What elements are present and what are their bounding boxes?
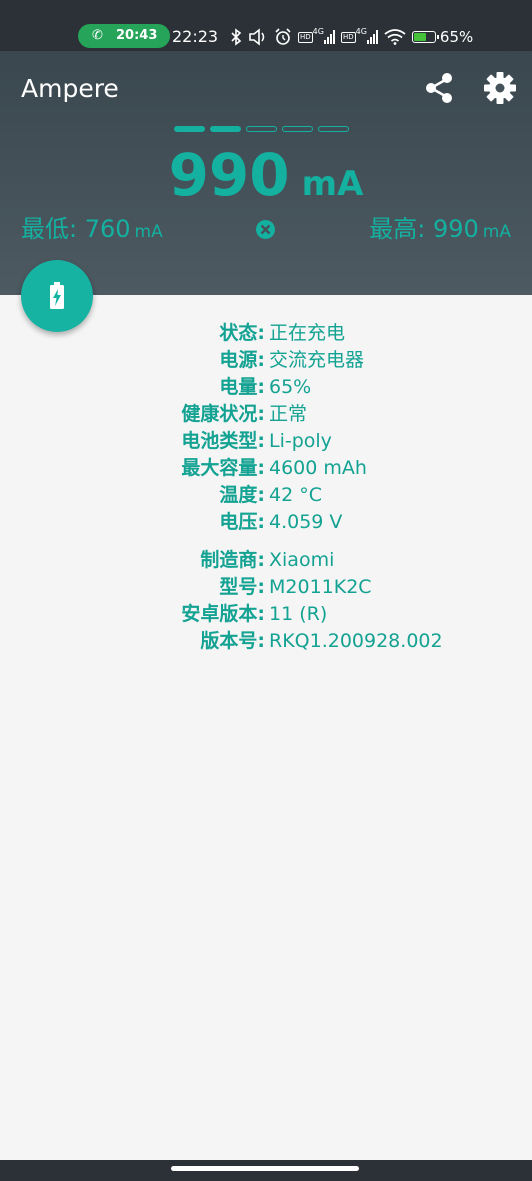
battery-charging-icon [50,282,64,309]
volume-icon [248,25,268,49]
max-reading: 最高: 990 mA [369,211,511,250]
max-value: 最高: 990 [369,215,479,243]
battery-info-label: 最大容量: [181,457,265,479]
current-unit: mA [301,164,364,204]
battery-info-row: 温度: 42 °C [0,482,532,509]
network-type-label: 4G [312,26,324,36]
battery-info-value: Li-poly [269,430,332,452]
min-unit: mA [134,222,163,242]
device-info-value: RKQ1.200928.002 [269,630,443,652]
device-info-label: 版本号: [200,630,265,652]
battery-charging-icon: 65% [411,25,474,49]
battery-info-list: 状态: 正在充电 电源: 交流充电器 电量: 65% 健康状况: 正常 电池类型: Li-poly… [0,320,532,655]
battery-info-label: 电源: [219,349,265,371]
device-info-value: Xiaomi [269,549,335,571]
app-title: Ampere [21,74,119,103]
app-header: Ampere 990 mA 最低: 760 mA 最高: 990 mA [0,51,532,332]
battery-info-value: 4.059 V [269,511,343,533]
reset-minmax-button[interactable] [255,219,276,240]
battery-info-value: 正常 [269,403,308,425]
hd-badge: HD [298,31,313,43]
battery-info-row: 状态: 正在充电 [0,320,532,347]
battery-info-row: 电压: 4.059 V [0,509,532,536]
current-reading: 990 mA [0,140,532,210]
current-level-indicator [174,126,349,132]
device-info-row: 制造商: Xiaomi [0,547,532,574]
device-info-label: 制造商: [200,549,265,571]
battery-percent: 65% [439,28,474,46]
battery-info-value: 4600 mAh [269,457,367,479]
battery-info-row: 电池类型: Li-poly [0,428,532,455]
min-value: 最低: 760 [21,215,131,243]
gear-icon [484,72,516,104]
device-info-row: 安卓版本: 11 (R) [0,601,532,628]
min-reading: 最低: 760 mA [21,211,163,250]
status-bar: ✆ 20:43 22:23 HD 4G HD 4G 65% [0,0,532,51]
settings-button[interactable] [481,69,519,107]
battery-info-row: 最大容量: 4600 mAh [0,455,532,482]
battery-info-label: 电池类型: [181,430,265,452]
level-segment [318,126,349,132]
network-type-label-2: 4G [355,26,367,36]
level-segment [282,126,313,132]
battery-info-row: 健康状况: 正常 [0,401,532,428]
bluetooth-icon [230,25,242,49]
device-info-value: M2011K2C [269,576,372,598]
battery-info-row: 电源: 交流充电器 [0,347,532,374]
status-clock: 22:23 [172,27,219,46]
device-info-label: 安卓版本: [181,603,265,625]
battery-info-label: 电量: [219,376,265,398]
level-segment [174,126,205,132]
battery-info-value: 42 °C [269,484,322,506]
signal-icon-2: HD 4G [340,25,378,49]
call-duration: 20:43 [116,28,158,43]
device-info-row: 型号: M2011K2C [0,574,532,601]
share-button[interactable] [420,69,458,107]
navigation-bar [0,1160,532,1181]
battery-info-label: 健康状况: [181,403,265,425]
battery-info-label: 状态: [219,322,265,344]
signal-icon: HD 4G [298,25,335,49]
level-segment [210,126,241,132]
current-value: 990 [168,141,290,209]
battery-info-value: 正在充电 [269,322,346,344]
device-info-value: 11 (R) [269,603,328,625]
alarm-icon [274,25,292,49]
battery-info-label: 电压: [219,511,265,533]
home-gesture-bar[interactable] [171,1166,359,1171]
max-unit: mA [482,222,511,242]
ongoing-call-pill[interactable]: ✆ 20:43 [78,24,170,48]
phone-icon: ✆ [92,28,103,43]
battery-info-value: 65% [269,376,312,398]
device-info-row: 版本号: RKQ1.200928.002 [0,628,532,655]
battery-info-value: 交流充电器 [269,349,365,371]
battery-info-label: 温度: [219,484,265,506]
hd-badge-2: HD [340,31,356,43]
close-circle-icon [256,220,275,239]
battery-info-row: 电量: 65% [0,374,532,401]
share-icon [426,73,452,103]
wifi-icon [384,25,406,49]
device-info-label: 型号: [219,576,265,598]
level-segment [246,126,277,132]
